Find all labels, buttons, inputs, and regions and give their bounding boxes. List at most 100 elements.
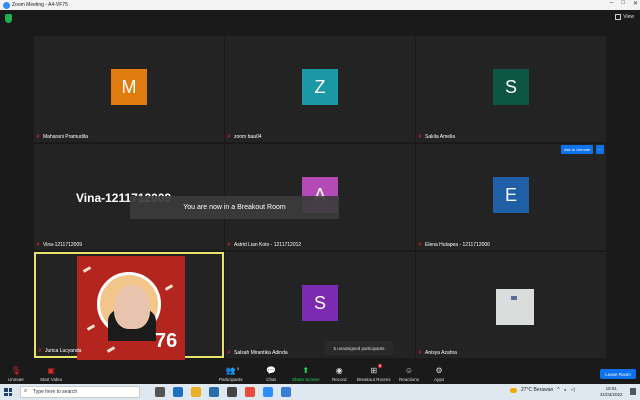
network-icon[interactable]: ◒	[564, 387, 567, 393]
apps-icon: ⚙	[435, 366, 443, 375]
microphone-off-icon: 🎙	[10, 366, 21, 375]
mic-muted-icon: ✗	[227, 133, 232, 140]
system-tray: 27°C Berawan ^ ◒ ◁	[510, 387, 575, 393]
video-off-icon: ▣	[47, 366, 55, 375]
video-tile[interactable]: S ✗ Sakila Amelia	[416, 36, 606, 142]
system-clock[interactable]: 18:51 31/03/2022	[600, 386, 623, 398]
video-tile[interactable]: E ✗ Elena Hutapea - 1211712006	[416, 144, 606, 250]
avatar: E	[493, 177, 529, 213]
breakout-rooms-icon: ⊞	[370, 366, 378, 375]
participant-profile-image	[496, 289, 534, 325]
video-tile[interactable]: Z ✗ zoom baa04	[225, 36, 415, 142]
mic-muted-icon: ✗	[418, 133, 423, 140]
participant-name-tag: ✗ Salsah Mirantika Adinda	[227, 350, 288, 356]
close-icon[interactable]: ✕	[633, 0, 638, 7]
participant-name-tag: ✗ Vina-1211712009	[36, 242, 82, 248]
chat-icon: 💬	[266, 366, 276, 375]
unmute-button[interactable]: 🎙 Unmute	[8, 366, 24, 382]
participant-name: Maharani Pramudita	[43, 134, 89, 140]
weather-icon	[510, 387, 517, 393]
mic-muted-icon: ✗	[418, 349, 423, 356]
profile-frame	[97, 272, 161, 341]
active-speaker-tile[interactable]: 76 ✗ Jurica Lucyanda	[34, 252, 224, 360]
start-video-button[interactable]: ▣ Start Video	[40, 366, 62, 382]
clock-date: 31/03/2022	[600, 392, 623, 397]
anniversary-logo: 76	[155, 330, 178, 352]
video-tile[interactable]: ✗ Anisya Azahra	[416, 252, 606, 358]
participant-video-feed: 76	[77, 256, 185, 360]
search-icon: ⌕	[24, 388, 28, 394]
participants-count: 5	[237, 366, 240, 371]
more-options-button[interactable]: ···	[596, 145, 604, 154]
security-shield-icon[interactable]	[5, 14, 12, 23]
mail-icon[interactable]	[209, 387, 219, 397]
apps-button[interactable]: ⚙ Apps	[434, 366, 444, 382]
unassigned-participants-label[interactable]: 5 unassigned participants	[325, 341, 393, 355]
reactions-button[interactable]: ☺ Reactions	[399, 366, 419, 382]
volume-icon[interactable]: ◁	[571, 387, 575, 393]
participant-name-tag: ✗ zoom baa04	[227, 134, 262, 140]
participant-name-tag: ✗ Astrid Lian Koto - 1211712012	[227, 242, 301, 248]
avatar: Z	[302, 69, 338, 105]
mic-muted-icon: ✗	[418, 241, 423, 248]
breakout-room-notification: You are now in a Breakout Room	[130, 196, 339, 219]
zoom-taskbar-icon[interactable]	[263, 387, 273, 397]
share-screen-button[interactable]: ⬆ Share Screen	[292, 366, 320, 382]
avatar: S	[493, 69, 529, 105]
leave-room-button[interactable]: Leave Room	[600, 369, 636, 379]
record-icon: ◉	[335, 366, 343, 375]
minimize-icon[interactable]: –	[610, 0, 613, 7]
task-view-icon[interactable]	[155, 387, 165, 397]
file-explorer-icon[interactable]	[191, 387, 201, 397]
window-controls: – □ ✕	[610, 0, 638, 7]
participant-name: Astrid Lian Koto - 1211712012	[234, 242, 302, 248]
meeting-top-bar: View	[0, 10, 640, 28]
chrome-browser-icon[interactable]	[245, 387, 255, 397]
view-button[interactable]: View	[615, 14, 634, 20]
search-placeholder: Type here to search	[33, 389, 78, 395]
breakout-rooms-button[interactable]: ⊞ Breakout Rooms	[357, 366, 391, 382]
participant-name: Salsah Mirantika Adinda	[234, 350, 288, 356]
participant-name: Elena Hutapea - 1211712006	[425, 242, 490, 248]
mic-muted-icon: ✗	[36, 133, 41, 140]
notification-icon[interactable]	[630, 388, 636, 395]
windows-taskbar: ⌕ Type here to search 27°C Berawan ^ ◒ ◁…	[0, 384, 640, 400]
participant-name-tag: ✗ Anisya Azahra	[418, 350, 457, 356]
avatar: M	[111, 69, 147, 105]
avatar: S	[302, 285, 338, 321]
mic-muted-icon: ✗	[38, 347, 43, 354]
mic-muted-icon: ✗	[36, 241, 41, 248]
participant-name: zoom baa04	[234, 134, 262, 140]
grid-view-icon	[615, 14, 622, 20]
view-label: View	[623, 14, 634, 20]
participant-name-tag: ✗ Sakila Amelia	[418, 134, 455, 140]
participant-name: Vina-1211712009	[43, 242, 83, 248]
zoom-app-icon	[3, 1, 10, 9]
mic-muted-icon: ✗	[227, 241, 232, 248]
record-button[interactable]: ◉ Record	[332, 366, 347, 382]
breakout-rooms-badge: 5	[378, 364, 382, 368]
windows-start-icon[interactable]	[4, 388, 12, 396]
participant-name: Sakila Amelia	[425, 134, 456, 140]
edge-browser-icon[interactable]	[173, 387, 183, 397]
weather-text[interactable]: 27°C Berawan	[521, 387, 553, 393]
share-screen-icon: ⬆	[302, 366, 310, 375]
taskbar-search-input[interactable]: ⌕ Type here to search	[20, 386, 140, 398]
store-icon[interactable]	[227, 387, 237, 397]
participant-name-tag: ✗ Elena Hutapea - 1211712006	[418, 242, 490, 248]
mic-muted-icon: ✗	[227, 349, 232, 356]
chat-button[interactable]: 💬 Chat	[266, 366, 276, 382]
title-bar: Zoom Meeting - A4-VF75 – □ ✕	[0, 0, 640, 10]
participant-name: Jurica Lucyanda	[45, 348, 82, 354]
app-taskbar-icon[interactable]	[281, 387, 291, 397]
tray-arrow-icon[interactable]: ^	[557, 387, 559, 393]
participant-name: Anisya Azahra	[425, 350, 457, 356]
meeting-toolbar: 🎙 Unmute ▣ Start Video 👥 Participants 5 …	[0, 364, 640, 384]
participant-name-tag: ✗ Maharani Pramudita	[36, 134, 88, 140]
reactions-icon: ☺	[404, 366, 414, 375]
video-tile[interactable]: M ✗ Maharani Pramudita	[34, 36, 224, 142]
participant-name-tag: ✗ Jurica Lucyanda	[38, 348, 81, 354]
maximize-icon[interactable]: □	[621, 0, 625, 7]
window-title: Zoom Meeting - A4-VF75	[12, 2, 68, 8]
ask-to-unmute-button[interactable]: Ask to Unmute	[561, 145, 594, 154]
